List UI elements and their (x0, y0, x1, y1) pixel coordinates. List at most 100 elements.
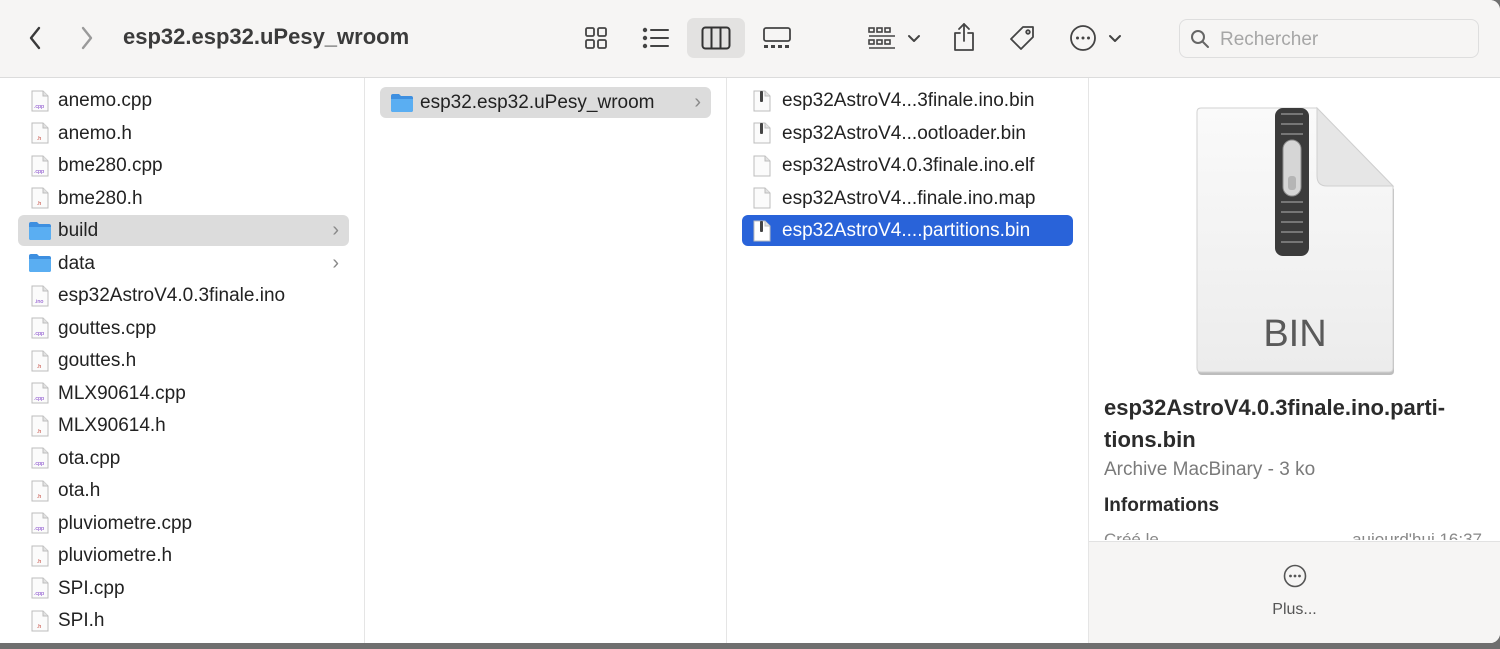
file-row[interactable]: esp32AstroV4.0.3finale.ino.elf (742, 150, 1073, 181)
search-field[interactable] (1179, 19, 1479, 58)
file-row[interactable]: .cpp bme280.cpp (18, 150, 349, 181)
item-name: anemo.h (58, 122, 132, 144)
svg-text:.cpp: .cpp (34, 331, 44, 337)
file-icon (749, 183, 775, 214)
column-2: esp32.esp32.uPesy_wroom › (365, 78, 726, 643)
file-row[interactable]: .cpp pluviometre.cpp (18, 508, 349, 539)
item-name: esp32AstroV4....partitions.bin (782, 220, 1031, 241)
svg-text:.h: .h (37, 201, 42, 207)
file-icon: .cpp (27, 313, 53, 344)
file-icon: .cpp (27, 150, 53, 181)
item-name: MLX90614.h (58, 415, 166, 436)
file-icon: .ino (27, 280, 53, 311)
file-row[interactable]: .cpp MLX90614.cpp (18, 378, 349, 409)
folder-icon (27, 215, 53, 246)
chevron-right-icon: › (332, 251, 339, 274)
item-name: gouttes.h (58, 350, 137, 371)
item-name: bme280.h (58, 187, 143, 209)
item-name: esp32AstroV4...3finale.ino.bin (782, 90, 1035, 111)
file-row[interactable]: esp32AstroV4...3finale.ino.bin (742, 85, 1073, 116)
file-icon: .h (27, 345, 53, 376)
created-value: aujourd'hui 16:37 (1352, 530, 1482, 540)
finder-window: esp32.esp32.uPesy_wroom Rechercher .cpp … (0, 0, 1500, 643)
item-name: anemo.cpp (58, 90, 153, 111)
svg-text:.h: .h (37, 494, 42, 500)
more-label: Plus... (1272, 601, 1317, 618)
file-row[interactable]: .h SPI.h (18, 605, 349, 636)
toolbar: esp32.esp32.uPesy_wroom (0, 0, 1500, 78)
gallery-view-icon[interactable] (759, 22, 795, 54)
search-input[interactable] (1218, 26, 1472, 54)
folder-row[interactable]: data › (18, 248, 349, 279)
file-icon: .cpp (27, 443, 53, 474)
item-name: esp32AstroV4.0.3finale.ino.elf (782, 155, 1035, 176)
folder-icon (27, 248, 53, 279)
item-name: esp32AstroV4...finale.ino.map (782, 187, 1036, 209)
preview-pane: BIN esp32AstroV4.0.3finale.ino.parti-tio… (1089, 78, 1500, 643)
file-icon: .cpp (27, 573, 53, 604)
item-name: pluviometre.h (58, 545, 173, 566)
file-icon: .h (27, 475, 53, 506)
item-name: SPI.h (58, 610, 105, 631)
svg-text:.cpp: .cpp (34, 591, 44, 597)
svg-text:.h: .h (37, 136, 42, 142)
forward-icon[interactable] (72, 22, 102, 54)
svg-text:.cpp: .cpp (34, 526, 44, 532)
file-icon: .cpp (27, 508, 53, 539)
folder-row[interactable]: build › (18, 215, 349, 246)
item-name: SPI.cpp (58, 577, 125, 599)
more-actions-icon[interactable] (1068, 22, 1124, 54)
item-name: ota.h (58, 480, 101, 501)
file-icon (749, 118, 775, 149)
icon-view-icon[interactable] (580, 22, 612, 54)
item-name: MLX90614.cpp (58, 382, 186, 404)
file-row[interactable]: .h MLX90614.h (18, 410, 349, 441)
item-name: esp32.esp32.uPesy_wroom (420, 92, 655, 113)
item-name: gouttes.cpp (58, 317, 157, 339)
item-name: esp32AstroV4.0.3finale.ino (58, 285, 286, 306)
back-icon[interactable] (20, 22, 50, 54)
preview-file-kind: Archive MacBinary - 3 ko (1104, 459, 1316, 480)
file-row[interactable]: .cpp anemo.cpp (18, 85, 349, 116)
item-name: esp32AstroV4...ootloader.bin (782, 122, 1027, 144)
svg-text:.cpp: .cpp (34, 461, 44, 467)
more-button[interactable]: Plus... (1089, 564, 1500, 619)
created-label: Créé le (1104, 530, 1159, 540)
file-icon: .h (27, 540, 53, 571)
list-view-icon[interactable] (639, 22, 673, 54)
file-row[interactable]: esp32AstroV4....partitions.bin (742, 215, 1073, 246)
file-row[interactable]: .h anemo.h (18, 118, 349, 149)
file-row[interactable]: .ino esp32AstroV4.0.3finale.ino (18, 280, 349, 311)
file-row[interactable]: .h pluviometre.h (18, 540, 349, 571)
share-icon[interactable] (948, 20, 980, 54)
archive-file-icon: BIN (1193, 106, 1395, 383)
file-row[interactable]: esp32AstroV4...ootloader.bin (742, 118, 1073, 149)
svg-text:.h: .h (37, 624, 42, 630)
folder-row[interactable]: esp32.esp32.uPesy_wroom › (380, 87, 711, 118)
file-row[interactable]: .cpp ota.cpp (18, 443, 349, 474)
group-icon[interactable] (864, 22, 922, 54)
file-row[interactable]: .cpp gouttes.cpp (18, 313, 349, 344)
file-row[interactable]: .h ota.h (18, 475, 349, 506)
info-heading: Informations (1104, 495, 1220, 516)
window-title: esp32.esp32.uPesy_wroom (123, 24, 410, 49)
tag-icon[interactable] (1005, 22, 1039, 54)
item-name: pluviometre.cpp (58, 512, 193, 534)
preview-actions: Plus... (1089, 541, 1500, 643)
file-icon: .cpp (27, 85, 53, 116)
svg-text:.cpp: .cpp (34, 104, 44, 110)
file-icon: .h (27, 118, 53, 149)
item-name: ota.cpp (58, 447, 121, 469)
svg-text:.h: .h (37, 429, 42, 435)
file-icon: .h (27, 605, 53, 636)
column-view-icon[interactable] (699, 22, 733, 54)
folder-icon (389, 87, 415, 118)
file-row[interactable]: .h gouttes.h (18, 345, 349, 376)
item-name: data (58, 252, 95, 274)
file-row[interactable]: .cpp SPI.cpp (18, 573, 349, 604)
column-1: .cpp anemo.cpp .h anemo.h .cpp bme280.cpp .h bm… (0, 78, 364, 643)
file-icon (749, 150, 775, 181)
file-row[interactable]: esp32AstroV4...finale.ino.map (742, 183, 1073, 214)
file-icon (749, 85, 775, 116)
file-row[interactable]: .h bme280.h (18, 183, 349, 214)
